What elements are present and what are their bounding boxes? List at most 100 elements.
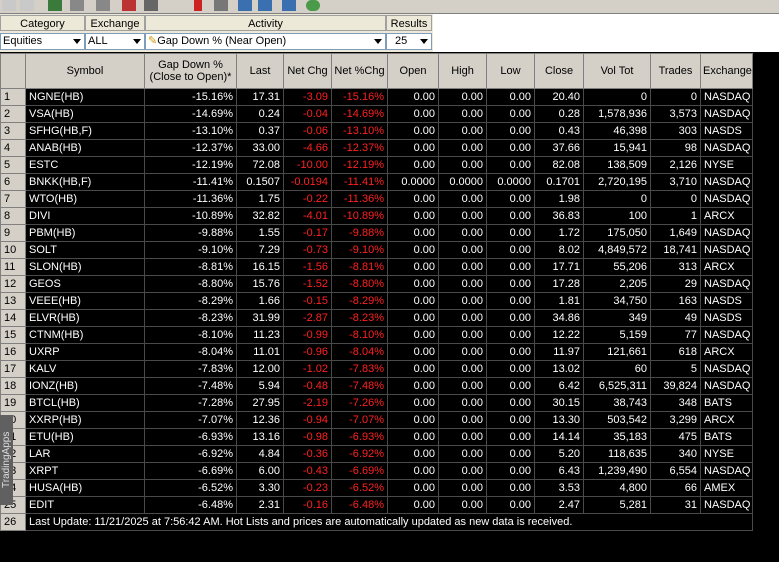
table-row[interactable]: 12 GEOS -8.80% 15.76 -1.52 -8.80% 0.00 0.00 0.00… (0, 275, 753, 293)
high-cell: 0.0000 (438, 173, 487, 191)
col-header-last[interactable]: Last (236, 53, 284, 89)
symbol-cell[interactable]: SFHG(HB,F) (25, 122, 145, 140)
col-header-gap[interactable]: Gap Down % (Close to Open)* (144, 53, 237, 89)
table-row[interactable]: 3 SFHG(HB,F) -13.10% 0.37 -0.06 -13.10% 0.00 0.… (0, 122, 753, 140)
col-header-symbol[interactable]: Symbol (25, 53, 145, 89)
alert-icon[interactable] (194, 0, 202, 11)
symbol-cell[interactable]: VSA(HB) (25, 105, 145, 123)
symbol-cell[interactable]: IONZ(HB) (25, 377, 145, 395)
net-pct-chg-cell: -7.83% (331, 360, 388, 378)
open-cell: 0.00 (387, 88, 439, 106)
table-row[interactable]: 13 VEEE(HB) -8.29% 1.66 -0.15 -8.29% 0.00 0.00 0… (0, 292, 753, 310)
symbol-cell[interactable]: XXRP(HB) (25, 411, 145, 429)
symbol-cell[interactable]: UXRP (25, 343, 145, 361)
bar-chart-icon[interactable] (48, 0, 62, 11)
table-row[interactable]: 11 SLON(HB) -8.81% 16.15 -1.56 -8.81% 0.00 0.00… (0, 258, 753, 276)
side-tab[interactable]: TradingApps (0, 415, 13, 505)
symbol-cell[interactable]: ETU(HB) (25, 428, 145, 446)
symbol-cell[interactable]: LAR (25, 445, 145, 463)
table-row[interactable]: 16 UXRP -8.04% 11.01 -0.96 -8.04% 0.00 0.00 0.00… (0, 343, 753, 361)
symbol-cell[interactable]: DIVI (25, 207, 145, 225)
col-header-exchange[interactable]: Exchange (700, 53, 753, 89)
trades-cell: 29 (650, 275, 701, 293)
symbol-cell[interactable]: KALV (25, 360, 145, 378)
col-header-open[interactable]: Open (387, 53, 439, 89)
toolbar-icon-7[interactable] (214, 0, 228, 11)
table-row[interactable]: 18 IONZ(HB) -7.48% 5.94 -0.48 -7.48% 0.00 0.00 0… (0, 377, 753, 395)
table-row[interactable]: 14 ELVR(HB) -8.23% 31.99 -2.87 -8.23% 0.00 0.00… (0, 309, 753, 327)
toolbar-icon-5[interactable] (122, 0, 136, 11)
table-row[interactable]: 23XRPT-6.69%6.00-0.43-6.69%0.000.000.006… (0, 462, 753, 480)
toolbar-icon-4[interactable] (96, 0, 110, 11)
col-header-rownum[interactable] (0, 53, 26, 89)
high-cell: 0.00 (438, 326, 487, 344)
activity-select[interactable]: ✎Gap Down % (Near Open) (145, 33, 386, 50)
symbol-cell[interactable]: HUSA(HB) (25, 479, 145, 497)
toolbar-icon-6[interactable] (144, 0, 158, 11)
table-row[interactable]: 25 EDIT -6.48% 2.31 -0.16 -6.48% 0.00 0.00 0.00 2… (0, 496, 753, 514)
table-row[interactable]: 1 NGNE(HB) -15.16% 17.31 -3.09 -15.16% 0.00 0.0… (0, 88, 753, 106)
col-header-net-chg[interactable]: Net Chg (283, 53, 332, 89)
symbol-cell[interactable]: GEOS (25, 275, 145, 293)
table-row[interactable]: 5 ESTC -12.19% 72.08 -10.00 -12.19% 0.00 0.00 0.… (0, 156, 753, 174)
table-row[interactable]: 4 ANAB(HB) -12.37% 33.00 -4.66 -12.37% 0.00 0.0… (0, 139, 753, 157)
toolbar-icon-8[interactable] (238, 0, 252, 11)
table-row[interactable]: 19 BTCL(HB) -7.28% 27.95 -2.19 -7.26% 0.00 0.00… (0, 394, 753, 412)
table-row[interactable]: 6 BNKK(HB,F) -11.41% 0.1507 -0.0194 -11.41% 0.… (0, 173, 753, 191)
symbol-cell[interactable]: VEEE(HB) (25, 292, 145, 310)
symbol-cell[interactable]: XRPT (25, 462, 145, 480)
table-row[interactable]: 22LAR-6.92%4.84-0.36-6.92%0.000.000.005.… (0, 445, 753, 463)
col-header-vol-tot[interactable]: Vol Tot (583, 53, 651, 89)
globe-icon[interactable] (306, 0, 320, 11)
table-row[interactable]: 24HUSA(HB)-6.52%3.30-0.23-6.52%0.000.000… (0, 479, 753, 497)
table-row[interactable]: 7 WTO(HB) -11.36% 1.75 -0.22 -11.36% 0.00 0.00 0… (0, 190, 753, 208)
table-row[interactable]: 8 DIVI -10.89% 32.82 -4.01 -10.89% 0.00 0.00 0.0… (0, 207, 753, 225)
toolbar-icon-1[interactable] (2, 0, 16, 11)
high-cell: 0.00 (438, 207, 487, 225)
vol-tot-cell: 15,941 (583, 139, 651, 157)
symbol-cell[interactable]: BNKK(HB,F) (25, 173, 145, 191)
net-chg-cell: -1.02 (283, 360, 332, 378)
symbol-cell[interactable]: CTNM(HB) (25, 326, 145, 344)
symbol-cell[interactable]: SOLT (25, 241, 145, 259)
last-cell: 12.36 (236, 411, 284, 429)
symbol-cell[interactable]: BTCL(HB) (25, 394, 145, 412)
table-row[interactable]: 10 SOLT -9.10% 7.29 -0.73 -9.10% 0.00 0.00 0.00 8… (0, 241, 753, 259)
toolbar-icon-10[interactable] (282, 0, 296, 11)
results-select[interactable]: 25 (386, 33, 432, 50)
last-cell: 3.30 (236, 479, 284, 497)
toolbar-icon-3[interactable] (70, 0, 84, 11)
table-row[interactable]: 21ETU(HB)-6.93%13.16-0.98-6.93%0.000.000… (0, 428, 753, 446)
table-row[interactable]: 2 VSA(HB) -14.69% 0.24 -0.04 -14.69% 0.00 0.00 0… (0, 105, 753, 123)
symbol-cell[interactable]: EDIT (25, 496, 145, 514)
gap-pct-cell: -6.52% (144, 479, 237, 497)
symbol-cell[interactable]: ANAB(HB) (25, 139, 145, 157)
toolbar-icon-2[interactable] (20, 0, 34, 11)
trades-cell: 0 (650, 190, 701, 208)
table-row[interactable]: 17 KALV -7.83% 12.00 -1.02 -7.83% 0.00 0.00 0.00… (0, 360, 753, 378)
toolbar-icon-9[interactable] (258, 0, 272, 11)
col-header-trades[interactable]: Trades (650, 53, 701, 89)
table-row[interactable]: 15 CTNM(HB) -8.10% 11.23 -0.99 -8.10% 0.00 0.00… (0, 326, 753, 344)
col-header-low[interactable]: Low (486, 53, 535, 89)
col-header-close[interactable]: Close (534, 53, 584, 89)
col-header-high[interactable]: High (438, 53, 487, 89)
close-cell: 30.15 (534, 394, 584, 412)
exchange-select[interactable]: ALL (85, 33, 145, 50)
category-select[interactable]: Equities (0, 33, 85, 50)
exchange-cell: ARCX (700, 411, 753, 429)
col-header-net-pct-chg[interactable]: Net %Chg (331, 53, 388, 89)
symbol-cell[interactable]: NGNE(HB) (25, 88, 145, 106)
symbol-cell[interactable]: PBM(HB) (25, 224, 145, 242)
symbol-cell[interactable]: SLON(HB) (25, 258, 145, 276)
symbol-cell[interactable]: ESTC (25, 156, 145, 174)
last-cell: 0.24 (236, 105, 284, 123)
symbol-cell[interactable]: ELVR(HB) (25, 309, 145, 327)
open-cell: 0.00 (387, 377, 439, 395)
table-row[interactable]: 20XXRP(HB)-7.07%12.36-0.94-7.07%0.000.00… (0, 411, 753, 429)
vol-tot-cell: 503,542 (583, 411, 651, 429)
net-pct-chg-cell: -6.52% (331, 479, 388, 497)
table-row[interactable]: 9 PBM(HB) -9.88% 1.55 -0.17 -9.88% 0.00 0.00 0.0… (0, 224, 753, 242)
symbol-cell[interactable]: WTO(HB) (25, 190, 145, 208)
high-cell: 0.00 (438, 258, 487, 276)
